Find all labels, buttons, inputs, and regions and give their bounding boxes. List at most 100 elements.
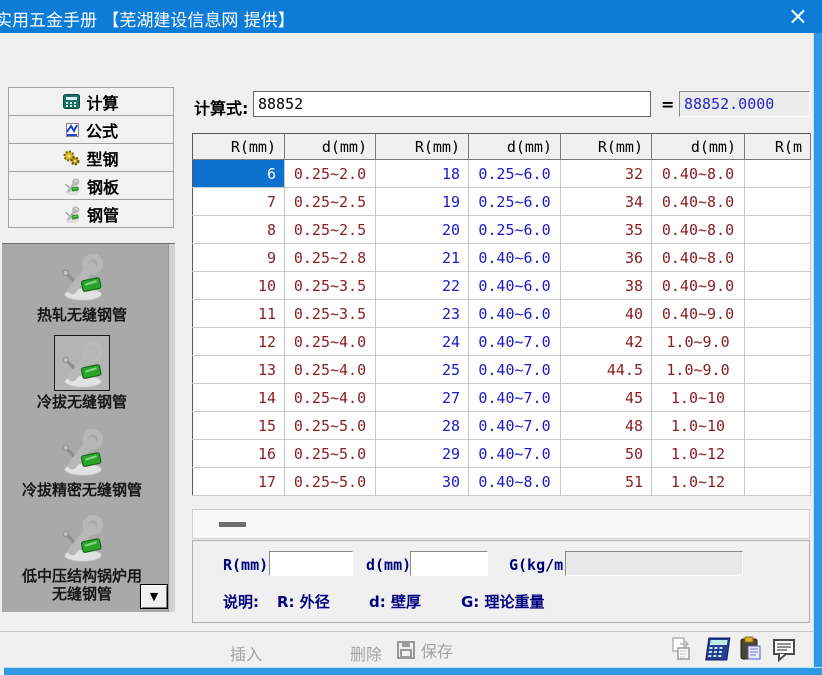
scrollbar-thumb[interactable] [219,522,246,527]
table-cell[interactable]: 0.40~8.0 [652,244,745,272]
table-cell[interactable]: 44.5 [561,356,652,384]
table-cell[interactable]: 25 [376,356,469,384]
table-cell[interactable]: 36 [561,244,652,272]
sidebar-item-formula[interactable]: 公式 [8,115,174,144]
table-cell[interactable]: 0.40~6.0 [469,272,561,300]
table-cell[interactable]: 1.0~10 [652,412,745,440]
table-cell[interactable]: 0.40~8.0 [652,160,745,188]
table-cell[interactable] [745,300,811,328]
close-icon[interactable]: × [788,1,808,31]
table-cell[interactable]: 0.25~6.0 [469,160,561,188]
table-cell[interactable]: 1.0~10 [652,384,745,412]
table-cell[interactable]: 0.40~7.0 [469,356,561,384]
table-cell[interactable]: 12 [193,328,285,356]
table-cell[interactable]: 40 [561,300,652,328]
table-cell[interactable]: 0.40~9.0 [652,300,745,328]
table-cell[interactable]: 32 [561,160,652,188]
chevron-down-icon[interactable]: ▼ [140,584,168,609]
table-cell[interactable]: 0.25~3.5 [285,272,376,300]
table-cell[interactable]: 13 [193,356,285,384]
table-cell[interactable]: 0.40~8.0 [652,216,745,244]
table-cell[interactable]: 0.25~5.0 [285,468,376,496]
table-cell[interactable]: 15 [193,412,285,440]
sidebar-item-steel-plate[interactable]: 钢板 [8,171,174,200]
table-cell[interactable]: 8 [193,216,285,244]
pipe-type-boiler[interactable]: 低中压结构锅炉用无缝钢管 [2,511,162,603]
table-cell[interactable] [745,216,811,244]
table-cell[interactable]: 0.40~7.0 [469,440,561,468]
table-cell[interactable]: 0.40~7.0 [469,384,561,412]
table-cell[interactable]: 16 [193,440,285,468]
table-cell[interactable]: 1.0~12 [652,440,745,468]
table-cell[interactable] [745,272,811,300]
sidebar-item-section-steel[interactable]: 型钢 [8,143,174,172]
table-cell[interactable]: 0.25~6.0 [469,188,561,216]
paste-icon[interactable] [738,636,764,662]
table-cell[interactable]: 0.25~6.0 [469,216,561,244]
table-cell[interactable]: 6 [193,160,285,188]
table-cell[interactable]: 0.40~6.0 [469,300,561,328]
table-cell[interactable]: 24 [376,328,469,356]
table-cell[interactable]: 1.0~9.0 [652,356,745,384]
table-cell[interactable]: 0.25~2.0 [285,160,376,188]
table-cell[interactable]: 27 [376,384,469,412]
notes-icon[interactable] [771,636,797,662]
table-cell[interactable]: 1.0~9.0 [652,328,745,356]
table-cell[interactable]: 22 [376,272,469,300]
table-cell[interactable]: 0.40~8.0 [469,468,561,496]
r-input[interactable] [269,551,353,576]
table-cell[interactable]: 38 [561,272,652,300]
table-cell[interactable]: 0.40~9.0 [652,272,745,300]
table-cell[interactable]: 18 [376,160,469,188]
table-cell[interactable]: 11 [193,300,285,328]
panel-scrollbar[interactable] [168,244,175,612]
table-cell[interactable]: 0.40~8.0 [652,188,745,216]
table-cell[interactable]: 23 [376,300,469,328]
table-cell[interactable]: 14 [193,384,285,412]
table-cell[interactable]: 50 [561,440,652,468]
table-cell[interactable]: 9 [193,244,285,272]
table-cell[interactable]: 48 [561,412,652,440]
table-cell[interactable]: 0.25~2.5 [285,188,376,216]
table-cell[interactable]: 0.25~2.5 [285,216,376,244]
table-cell[interactable]: 0.25~4.0 [285,328,376,356]
save-button[interactable]: 保存 [396,638,453,662]
d-input[interactable] [410,551,488,576]
table-cell[interactable]: 21 [376,244,469,272]
calculator-icon[interactable] [703,637,731,662]
table-cell[interactable] [745,188,811,216]
table-cell[interactable]: 7 [193,188,285,216]
insert-button[interactable]: 插入 [230,641,262,665]
table-cell[interactable]: 35 [561,216,652,244]
table-cell[interactable] [745,244,811,272]
pipe-type-hot-rolled[interactable]: 热轧无缝钢管 [2,250,162,324]
sidebar-item-steel-pipe[interactable]: 钢管 [8,199,174,228]
table-cell[interactable]: 0.40~7.0 [469,328,561,356]
delete-button[interactable]: 删除 [350,641,382,665]
pipe-type-cold-drawn[interactable]: 冷拔无缝钢管 [2,335,162,411]
table-cell[interactable] [745,356,811,384]
table-cell[interactable]: 29 [376,440,469,468]
table-cell[interactable] [745,384,811,412]
table-cell[interactable]: 10 [193,272,285,300]
table-cell[interactable]: 34 [561,188,652,216]
table-cell[interactable] [745,412,811,440]
table-cell[interactable]: 0.25~2.8 [285,244,376,272]
pipe-type-cold-drawn-precision[interactable]: 冷拔精密无缝钢管 [2,425,162,499]
table-cell[interactable]: 0.40~7.0 [469,412,561,440]
table-cell[interactable]: 0.40~6.0 [469,244,561,272]
expression-input[interactable] [253,91,651,117]
sidebar-item-calculate[interactable]: 计算 [8,87,174,116]
table-cell[interactable]: 0.25~4.0 [285,384,376,412]
horizontal-scrollbar[interactable] [192,509,810,539]
table-cell[interactable]: 17 [193,468,285,496]
table-cell[interactable]: 28 [376,412,469,440]
table-cell[interactable]: 0.25~4.0 [285,356,376,384]
table-cell[interactable]: 30 [376,468,469,496]
table-cell[interactable] [745,328,811,356]
table-cell[interactable]: 0.25~5.0 [285,412,376,440]
table-cell[interactable]: 0.25~5.0 [285,440,376,468]
table-cell[interactable]: 0.25~3.5 [285,300,376,328]
table-cell[interactable] [745,160,811,188]
copy-icon[interactable] [670,636,696,662]
